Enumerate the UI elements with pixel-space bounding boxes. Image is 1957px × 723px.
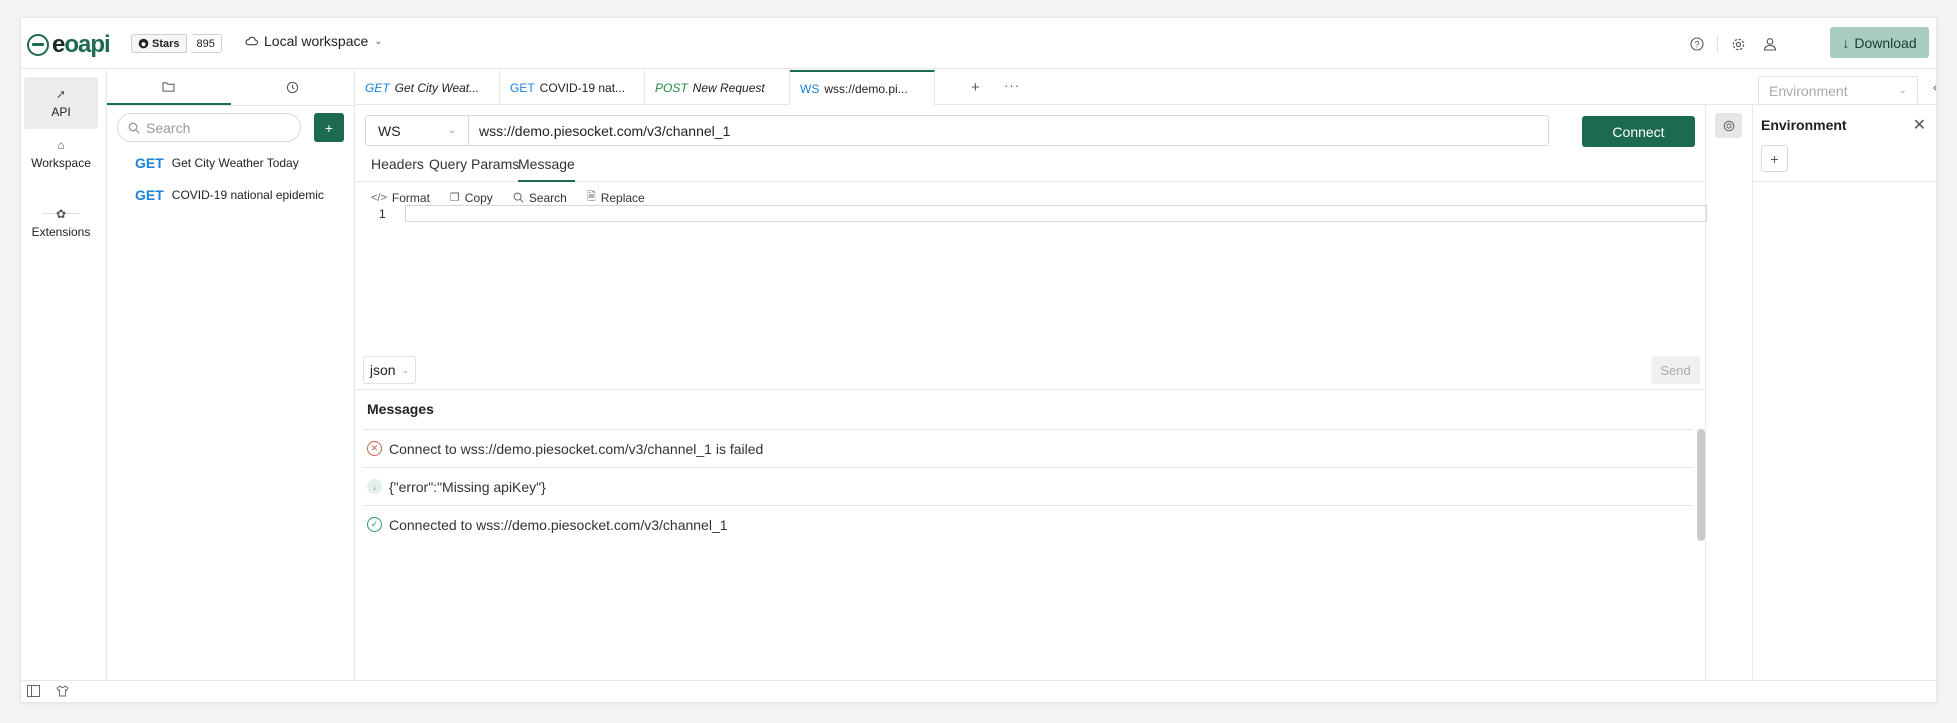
top-header: eoapi Stars 895 Local workspace ⌄ ? ↓ Do… xyxy=(21,18,1936,69)
message-row[interactable]: ✓ Connected to wss://demo.piesocket.com/… xyxy=(363,505,1693,543)
chevron-down-icon: ⌄ xyxy=(1898,85,1907,96)
connect-button[interactable]: Connect xyxy=(1582,116,1695,147)
request-editor: WS ⌄ wss://demo.piesocket.com/v3/channel… xyxy=(355,105,1707,680)
divider xyxy=(1753,181,1936,182)
search-icon xyxy=(128,122,140,133)
message-row[interactable]: ✕ Connect to wss://demo.piesocket.com/v3… xyxy=(363,429,1693,467)
tab-api-list[interactable] xyxy=(107,70,231,105)
request-tab-active[interactable]: WS wss://demo.pi... xyxy=(790,70,935,106)
github-icon xyxy=(138,38,149,49)
send-button[interactable]: Send xyxy=(1651,356,1700,384)
arrow-down-icon: ↓ xyxy=(1842,34,1850,51)
request-tab[interactable]: POST New Request xyxy=(645,70,790,105)
url-bar: WS ⌄ wss://demo.piesocket.com/v3/channel… xyxy=(365,115,1549,146)
error-icon: ✕ xyxy=(367,441,382,456)
add-api-button[interactable]: + xyxy=(314,113,344,142)
more-icon[interactable]: ··· xyxy=(1004,78,1020,93)
add-tab-icon[interactable]: + xyxy=(971,79,980,96)
protocol-select[interactable]: WS ⌄ xyxy=(365,115,469,146)
folder-icon xyxy=(162,82,175,92)
header-actions: ? xyxy=(1681,32,1786,56)
chevron-down-icon: ⌄ xyxy=(401,364,410,375)
language-select[interactable]: json ⌄ xyxy=(363,356,416,384)
environment-select[interactable]: Environment ⌄ xyxy=(1758,76,1918,105)
request-subtabs: Headers Query Params Message xyxy=(355,149,1706,182)
shirt-icon[interactable] xyxy=(56,685,69,700)
app-window: eoapi Stars 895 Local workspace ⌄ ? ↓ Do… xyxy=(20,17,1937,703)
cube-icon xyxy=(1723,120,1734,131)
search-icon xyxy=(513,192,524,203)
user-icon[interactable] xyxy=(1754,32,1786,56)
messages-list[interactable]: ✕ Connect to wss://demo.piesocket.com/v3… xyxy=(363,429,1693,543)
environment-title: Environment xyxy=(1761,117,1847,133)
arrow-down-icon: ↓ xyxy=(367,479,382,494)
search-input[interactable]: Search xyxy=(117,113,301,142)
rocket-icon: ➚ xyxy=(55,87,67,101)
eye-icon[interactable] xyxy=(1933,81,1936,96)
messages-scrollbar[interactable] xyxy=(1697,429,1705,541)
cloud-icon xyxy=(245,36,258,46)
rail-item-workspace[interactable]: ⌂ Workspace xyxy=(24,128,98,180)
tab-query-params[interactable]: Query Params xyxy=(429,156,519,182)
puzzle-icon: ✿ xyxy=(55,207,67,221)
chevron-down-icon: ⌄ xyxy=(447,125,456,136)
request-tab[interactable]: GET COVID-19 nat... xyxy=(500,70,645,105)
status-bar xyxy=(21,680,1936,702)
help-icon[interactable]: ? xyxy=(1681,32,1713,56)
eoapi-logo[interactable]: eoapi xyxy=(27,31,111,59)
rail-item-api[interactable]: ➚ API xyxy=(24,77,98,129)
tab-headers[interactable]: Headers xyxy=(371,156,424,182)
editor-line[interactable] xyxy=(405,205,1707,222)
settings-icon[interactable] xyxy=(1722,32,1754,56)
message-editor[interactable]: 1 xyxy=(365,205,1707,227)
left-rail: ➚ API ⌂ Workspace ✿ Extensions xyxy=(21,70,107,680)
close-icon[interactable]: ✕ xyxy=(1913,115,1926,135)
home-icon: ⌂ xyxy=(57,138,65,152)
rail-item-extensions[interactable]: ✿ Extensions xyxy=(24,197,98,249)
sidebar-toggle-icon[interactable] xyxy=(27,685,40,700)
download-button[interactable]: ↓ Download xyxy=(1830,27,1929,58)
code-icon: </> xyxy=(371,191,387,204)
tree-item-api[interactable]: GET Get City Weather Today xyxy=(135,155,299,171)
request-tab[interactable]: GET Get City Weat... xyxy=(355,70,500,105)
logo-icon xyxy=(27,34,49,56)
messages-title: Messages xyxy=(367,401,434,417)
workspace-selector[interactable]: Local workspace ⌄ xyxy=(245,33,383,49)
environment-panel: Environment ✕ + xyxy=(1752,105,1936,680)
message-row[interactable]: ↓ {"error":"Missing apiKey"} xyxy=(363,467,1693,505)
tab-history[interactable] xyxy=(231,70,355,105)
side-panel-toggle[interactable] xyxy=(1715,113,1742,138)
tree-item-api[interactable]: GET COVID-19 national epidemic xyxy=(135,187,324,203)
chevron-down-icon: ⌄ xyxy=(374,35,383,47)
divider xyxy=(355,389,1706,390)
copy-icon: ❐ xyxy=(449,192,460,204)
tree-tabs xyxy=(107,70,354,106)
tab-message[interactable]: Message xyxy=(518,156,575,182)
history-icon xyxy=(286,81,298,94)
github-stars-button[interactable]: Stars xyxy=(131,34,187,53)
stars-count: 895 xyxy=(190,34,222,53)
svg-text:?: ? xyxy=(1694,40,1699,50)
api-tree-panel: Search + GET Get City Weather Today GET … xyxy=(107,70,355,680)
request-tabs-bar: GET Get City Weat... GET COVID-19 nat...… xyxy=(355,70,1936,106)
line-number: 1 xyxy=(379,207,386,221)
header-divider xyxy=(1717,36,1718,52)
add-environment-button[interactable]: + xyxy=(1761,145,1788,172)
github-stars[interactable]: Stars 895 xyxy=(131,34,222,53)
check-icon: ✓ xyxy=(367,517,382,532)
url-input[interactable]: wss://demo.piesocket.com/v3/channel_1 xyxy=(469,115,1549,146)
